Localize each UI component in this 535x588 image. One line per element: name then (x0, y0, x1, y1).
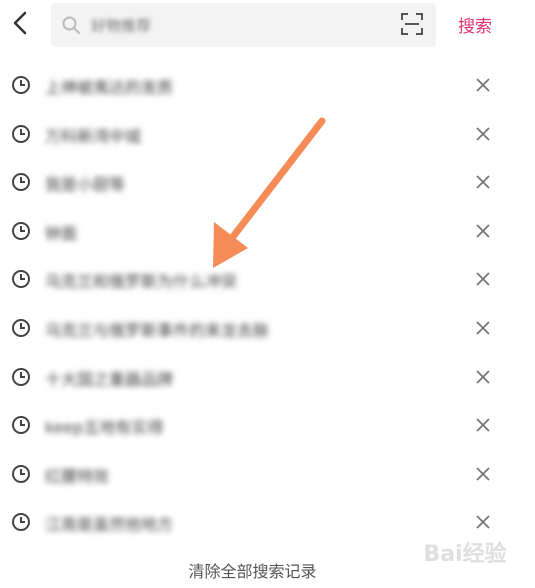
clock-icon (12, 464, 30, 483)
clock-icon (12, 270, 30, 289)
clock-icon (12, 416, 30, 435)
back-arrow-icon[interactable] (8, 10, 34, 36)
history-item[interactable]: 上神被夷达的发质 (0, 60, 535, 109)
remove-icon[interactable] (474, 368, 492, 386)
history-item[interactable]: 万科新湾中城 (0, 109, 535, 158)
remove-icon[interactable] (474, 173, 492, 191)
clock-icon (12, 513, 30, 532)
history-term: 万科新湾中城 (45, 126, 142, 146)
history-item[interactable]: 乌克兰和俄罗斯为什么冲突 (0, 254, 535, 303)
clock-icon (12, 221, 30, 240)
search-header: 搜索 (0, 0, 535, 58)
history-item[interactable]: 红腰特效 (0, 449, 535, 498)
search-history-list: 上神被夷达的发质 万科新湾中城 我是小厨等 钟面 乌克兰和俄罗斯为什么冲突 乌克… (0, 60, 535, 546)
history-term: 钟面 (45, 223, 78, 243)
history-term: 江南是虽然他地方 (45, 515, 174, 535)
search-icon (62, 16, 80, 34)
search-button[interactable]: 搜索 (458, 12, 492, 37)
history-item[interactable]: 我是小厨等 (0, 157, 535, 206)
clock-icon (12, 367, 30, 386)
history-item[interactable]: 江南是虽然他地方 (0, 497, 535, 546)
history-item[interactable]: 十大国之重器品牌 (0, 352, 535, 401)
history-term: keep五地有实得 (45, 418, 164, 438)
clock-icon (12, 124, 30, 143)
history-term: 乌克兰与俄罗斯事件的来龙去脉 (45, 320, 270, 340)
history-term: 我是小厨等 (45, 175, 126, 195)
history-term: 十大国之重器品牌 (45, 369, 174, 389)
remove-icon[interactable] (474, 416, 492, 434)
remove-icon[interactable] (474, 76, 492, 94)
remove-icon[interactable] (474, 319, 492, 337)
remove-icon[interactable] (474, 513, 492, 531)
search-box[interactable] (51, 3, 436, 47)
remove-icon[interactable] (474, 465, 492, 483)
history-item[interactable]: 钟面 (0, 206, 535, 255)
history-term: 乌克兰和俄罗斯为什么冲突 (45, 272, 238, 292)
history-term: 上神被夷达的发质 (45, 78, 174, 97)
clear-all-history-button[interactable]: 清除全部搜索记录 (0, 558, 505, 582)
search-input[interactable] (89, 13, 383, 39)
scan-icon[interactable] (400, 12, 424, 36)
remove-icon[interactable] (474, 270, 492, 288)
remove-icon[interactable] (474, 125, 492, 143)
clock-icon (12, 76, 30, 94)
remove-icon[interactable] (474, 222, 492, 240)
clock-icon (12, 318, 30, 337)
history-item[interactable]: keep五地有实得 (0, 400, 535, 449)
clock-icon (12, 173, 30, 192)
history-item[interactable]: 乌克兰与俄罗斯事件的来龙去脉 (0, 303, 535, 352)
history-term: 红腰特效 (45, 466, 110, 486)
